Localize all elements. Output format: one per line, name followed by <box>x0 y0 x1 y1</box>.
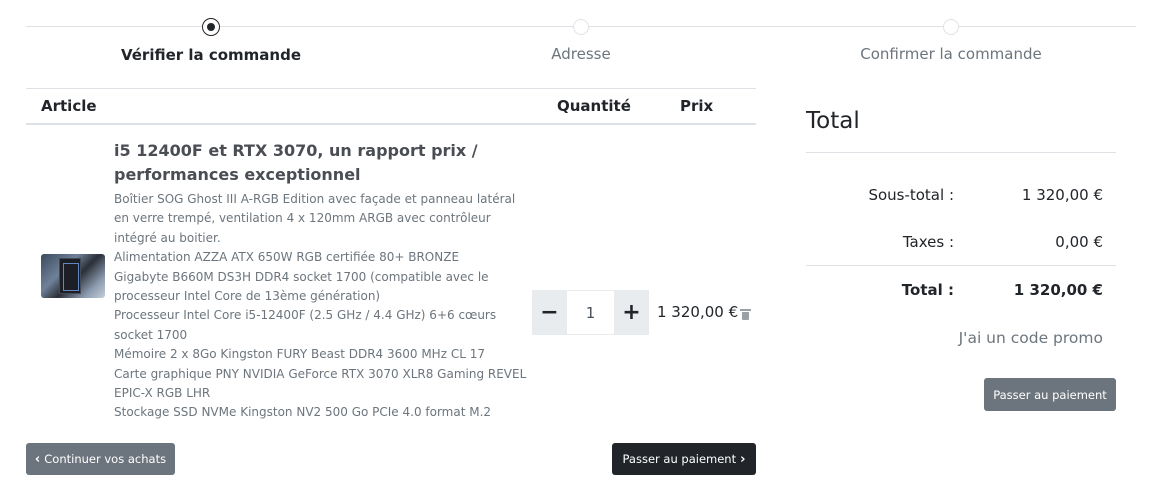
product-detail-line: Boîtier SOG Ghost III A-RGB Edition avec… <box>114 192 516 245</box>
product-title[interactable]: i5 12400F et RTX 3070, un rapport prix /… <box>114 139 529 187</box>
column-header-article: Article <box>41 97 97 115</box>
summary-checkout-button[interactable]: Passer au paiement <box>984 378 1116 411</box>
step-address[interactable]: Adresse <box>431 16 731 63</box>
column-header-quantity: Quantité <box>557 97 631 115</box>
step-label: Vérifier la commande <box>120 46 302 64</box>
checkout-button[interactable]: Passer au paiement › <box>612 443 756 475</box>
increment-button[interactable]: + <box>614 290 649 335</box>
product-thumbnail[interactable] <box>41 254 105 298</box>
total-label: Total : <box>901 281 954 299</box>
table-row: i5 12400F et RTX 3070, un rapport prix /… <box>26 125 756 425</box>
step-label: Confirmer la commande <box>860 45 1042 63</box>
trash-icon[interactable] <box>740 309 751 320</box>
product-description: i5 12400F et RTX 3070, un rapport prix /… <box>114 139 529 423</box>
taxes-value: 0,00 € <box>1055 233 1103 251</box>
promo-code-link[interactable]: J'ai un code promo <box>959 329 1103 347</box>
order-summary: Total Sous-total : 1 320,00 € Taxes : 0,… <box>806 100 1116 411</box>
product-detail-line: Carte graphique PNY NVIDIA GeForce RTX 3… <box>114 366 527 401</box>
quantity-stepper: − 1 + <box>532 290 649 335</box>
chevron-left-icon: ‹ <box>34 451 41 467</box>
product-detail-line: Processeur Intel Core i5-12400F (2.5 GHz… <box>114 308 497 342</box>
summary-title: Total <box>806 100 1116 153</box>
step-dot-icon <box>573 19 589 35</box>
product-detail-line: Gigabyte B660M DS3H DDR4 socket 1700 (co… <box>114 269 489 304</box>
column-header-price: Prix <box>680 97 714 115</box>
quantity-input[interactable]: 1 <box>567 290 614 335</box>
subtotal-row: Sous-total : 1 320,00 € <box>806 153 1116 219</box>
taxes-label: Taxes : <box>902 233 954 251</box>
decrement-button[interactable]: − <box>532 290 567 335</box>
cart-table-header: Article Quantité Prix <box>26 88 756 125</box>
subtotal-value: 1 320,00 € <box>1021 186 1103 204</box>
button-label: Continuer vos achats <box>44 452 167 466</box>
pc-case-image <box>59 258 81 294</box>
product-detail-line: Stockage SSD NVMe Kingston NV2 500 Go PC… <box>114 405 492 420</box>
step-verify-order[interactable]: Vérifier la commande <box>61 16 361 64</box>
product-details: Boîtier SOG Ghost III A-RGB Edition avec… <box>114 190 529 423</box>
subtotal-label: Sous-total : <box>868 186 954 204</box>
step-confirm-order[interactable]: Confirmer la commande <box>801 16 1101 63</box>
chevron-right-icon: › <box>740 451 746 467</box>
step-dot-icon <box>943 19 959 35</box>
total-value: 1 320,00 € <box>1013 281 1103 299</box>
button-label: Passer au paiement <box>622 452 737 466</box>
taxes-row: Taxes : 0,00 € <box>806 219 1116 266</box>
product-detail-line: Mémoire 2 x 8Go Kingston FURY Beast DDR4… <box>114 347 485 362</box>
continue-shopping-button[interactable]: ‹ Continuer vos achats <box>26 443 175 475</box>
step-label: Adresse <box>551 45 611 63</box>
item-price: 1 320,00 € <box>657 303 739 321</box>
cart-table: Article Quantité Prix i5 12400F et RTX 3… <box>26 88 756 425</box>
product-detail-line: Alimentation AZZA ATX 650W RGB certifiée… <box>114 250 460 265</box>
step-active-dot-icon <box>202 18 220 36</box>
total-row: Total : 1 320,00 € <box>806 266 1116 316</box>
checkout-stepper: Vérifier la commande Adresse Confirmer l… <box>26 16 1136 76</box>
